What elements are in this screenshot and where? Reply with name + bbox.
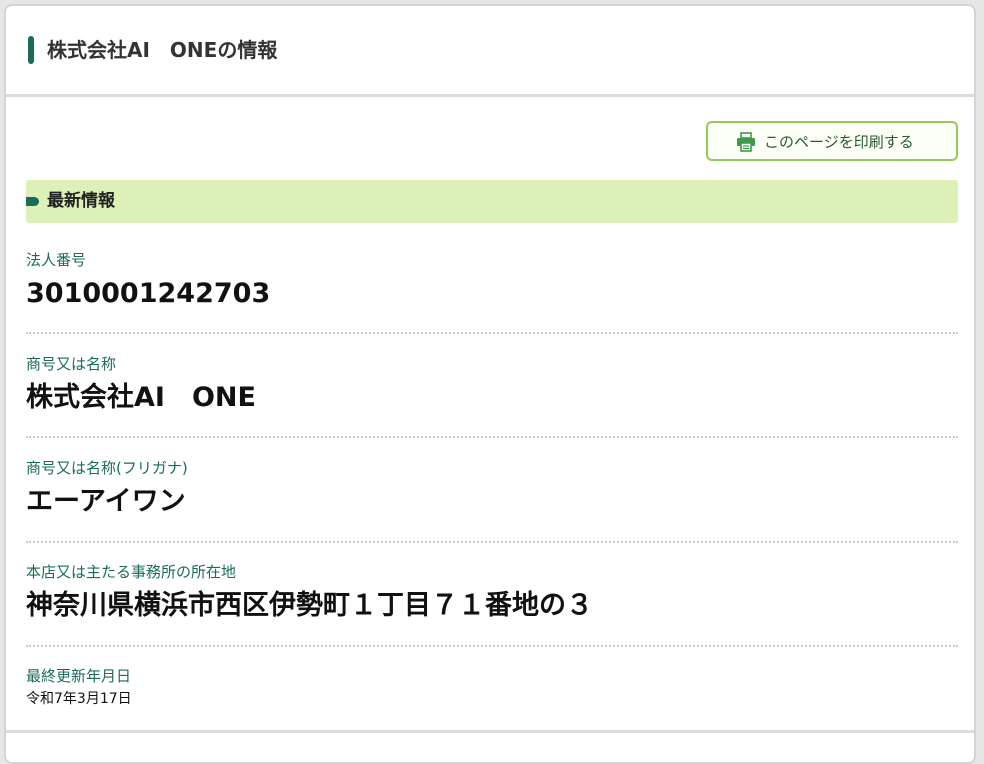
field-label: 商号又は名称(フリガナ) — [26, 459, 188, 477]
divider — [26, 645, 958, 647]
field-last-updated: 最終更新年月日 令和7年3月17日 — [26, 666, 958, 708]
field-value: 令和7年3月17日 — [26, 691, 132, 707]
section-header-latest: 最新情報 — [26, 180, 958, 223]
print-button-label: このページを印刷する — [764, 133, 914, 151]
field-value: 3010001242703 — [26, 278, 271, 309]
section-title: 最新情報 — [47, 191, 115, 211]
field-label: 本店又は主たる事務所の所在地 — [26, 563, 237, 581]
title-accent-bar — [28, 36, 34, 64]
corporate-info-panel: 株式会社AI ONEの情報 このページを印刷する 最新情報 法人番号 30100… — [4, 4, 976, 764]
divider — [26, 332, 958, 334]
page-header: 株式会社AI ONEの情報 — [6, 6, 974, 97]
field-trade-name: 商号又は名称 株式会社AI ONE — [26, 354, 958, 416]
divider — [26, 541, 958, 543]
section-marker — [26, 197, 39, 206]
field-value: エーアイワン — [26, 486, 186, 517]
field-value: 株式会社AI ONE — [26, 382, 256, 413]
field-value: 神奈川県横浜市西区伊勢町１丁目７１番地の３ — [26, 590, 593, 621]
page-title: 株式会社AI ONEの情報 — [47, 38, 278, 62]
field-trade-name-kana: 商号又は名称(フリガナ) エーアイワン — [26, 458, 958, 520]
field-label: 最終更新年月日 — [26, 667, 132, 685]
bottom-divider — [6, 730, 974, 733]
print-page-button[interactable]: このページを印刷する — [706, 121, 958, 161]
printer-icon — [737, 132, 755, 152]
field-label: 法人番号 — [26, 251, 87, 269]
divider — [26, 436, 958, 438]
field-label: 商号又は名称 — [26, 355, 117, 373]
field-head-office-address: 本店又は主たる事務所の所在地 神奈川県横浜市西区伊勢町１丁目７１番地の３ — [26, 562, 958, 624]
field-corporate-number: 法人番号 3010001242703 — [26, 250, 958, 312]
